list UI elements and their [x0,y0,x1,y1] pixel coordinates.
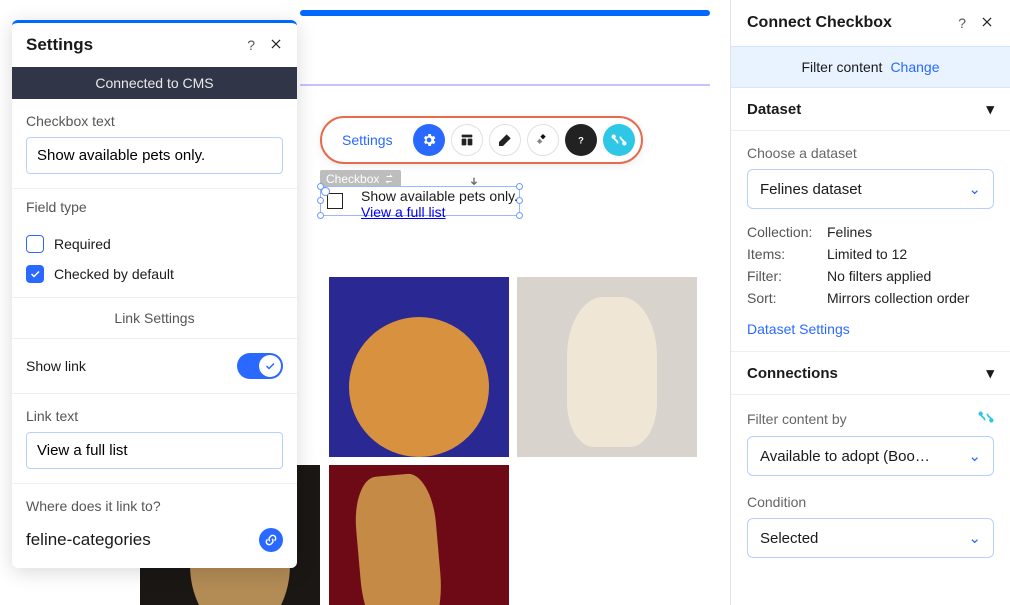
settings-panel: Settings ? Connected to CMS Checkbox tex… [12,20,297,568]
chevron-down-icon: ▾ [986,364,994,382]
filter-content-by-label: Filter content by [747,411,847,427]
collection-key: Collection: [747,224,827,240]
chevron-down-icon: ⌄ [968,529,981,547]
condition-select[interactable]: Selected ⌄ [747,518,994,558]
gallery-image-3[interactable] [329,465,509,605]
dataset-section-label: Dataset [747,101,801,118]
checkbox-text-label: Checkbox text [26,113,283,129]
toolbar-design-brush-icon[interactable] [489,124,521,156]
component-chip-swap-icon [383,173,395,185]
checked-by-default-checkbox[interactable] [26,265,44,283]
selected-checkbox-component[interactable]: Show available pets only. View a full li… [320,186,520,216]
close-icon[interactable] [269,37,283,54]
filter-content-by-value: Available to adopt (Boo… [760,448,930,465]
filter-key: Filter: [747,268,827,284]
connect-panel-title: Connect Checkbox [747,14,892,32]
condition-value: Selected [760,530,818,547]
dataset-settings-link[interactable]: Dataset Settings [747,309,850,337]
link-text-label: Link text [26,408,283,424]
connection-sync-icon[interactable] [978,409,994,428]
show-link-label: Show link [26,358,86,374]
connections-section-head[interactable]: Connections ▾ [731,351,1010,395]
filter-value: No filters applied [827,268,931,284]
chevron-down-icon: ⌄ [968,180,981,198]
toolbar-connect-data-icon[interactable] [603,124,635,156]
dataset-section-head[interactable]: Dataset ▾ [731,88,1010,131]
choose-dataset-label: Choose a dataset [747,145,994,161]
choose-dataset-select[interactable]: Felines dataset ⌄ [747,169,994,209]
help-icon[interactable]: ? [958,15,966,31]
choose-dataset-value: Felines dataset [760,181,862,198]
close-icon[interactable] [980,15,994,32]
gallery-image-1[interactable] [329,277,509,457]
filter-content-by-select[interactable]: Available to adopt (Boo… ⌄ [747,436,994,476]
link-text-input[interactable] [26,432,283,469]
checkbox-link[interactable]: View a full list [361,204,446,220]
connections-section-label: Connections [747,365,838,382]
chevron-down-icon: ⌄ [968,447,981,465]
link-settings-heading: Link Settings [12,298,297,338]
items-key: Items: [747,246,827,262]
help-icon[interactable]: ? [247,37,255,53]
link-dest-label: Where does it link to? [26,498,283,514]
connect-checkbox-panel: Connect Checkbox ? Filter content Change… [730,0,1010,605]
toolbar-settings-gear-icon[interactable] [413,124,445,156]
items-value: Limited to 12 [827,246,907,262]
toolbar-help-icon[interactable]: ? [565,124,597,156]
checkbox-text: Show available pets only. [361,188,518,204]
toolbar-layout-icon[interactable] [451,124,483,156]
gallery-image-2[interactable] [517,277,697,457]
component-chip-label: Checkbox [326,172,379,186]
filter-content-change-link[interactable]: Change [890,59,939,75]
condition-label: Condition [747,494,994,510]
chevron-down-icon: ▾ [986,100,994,118]
page-divider [300,84,710,86]
show-link-toggle[interactable] [237,353,283,379]
page-top-bar [300,10,710,16]
checkbox-box[interactable] [327,193,343,209]
svg-text:?: ? [578,135,584,145]
link-dest-value: feline-categories [26,530,151,550]
checkbox-text-input[interactable] [26,137,283,174]
component-toolbar: Settings ? [320,116,643,164]
required-checkbox[interactable] [26,235,44,253]
sort-value: Mirrors collection order [827,290,969,306]
checked-by-default-label: Checked by default [54,266,174,282]
collection-value: Felines [827,224,872,240]
field-type-label: Field type [12,199,297,221]
required-label: Required [54,236,111,252]
link-dest-edit-icon[interactable] [259,528,283,552]
filter-content-text: Filter content [802,59,883,75]
cms-banner: Connected to CMS [12,67,297,99]
toolbar-animation-icon[interactable] [527,124,559,156]
toolbar-settings-button[interactable]: Settings [328,126,407,154]
sort-key: Sort: [747,290,827,306]
filter-content-banner: Filter content Change [731,46,1010,88]
settings-panel-title: Settings [26,35,93,55]
